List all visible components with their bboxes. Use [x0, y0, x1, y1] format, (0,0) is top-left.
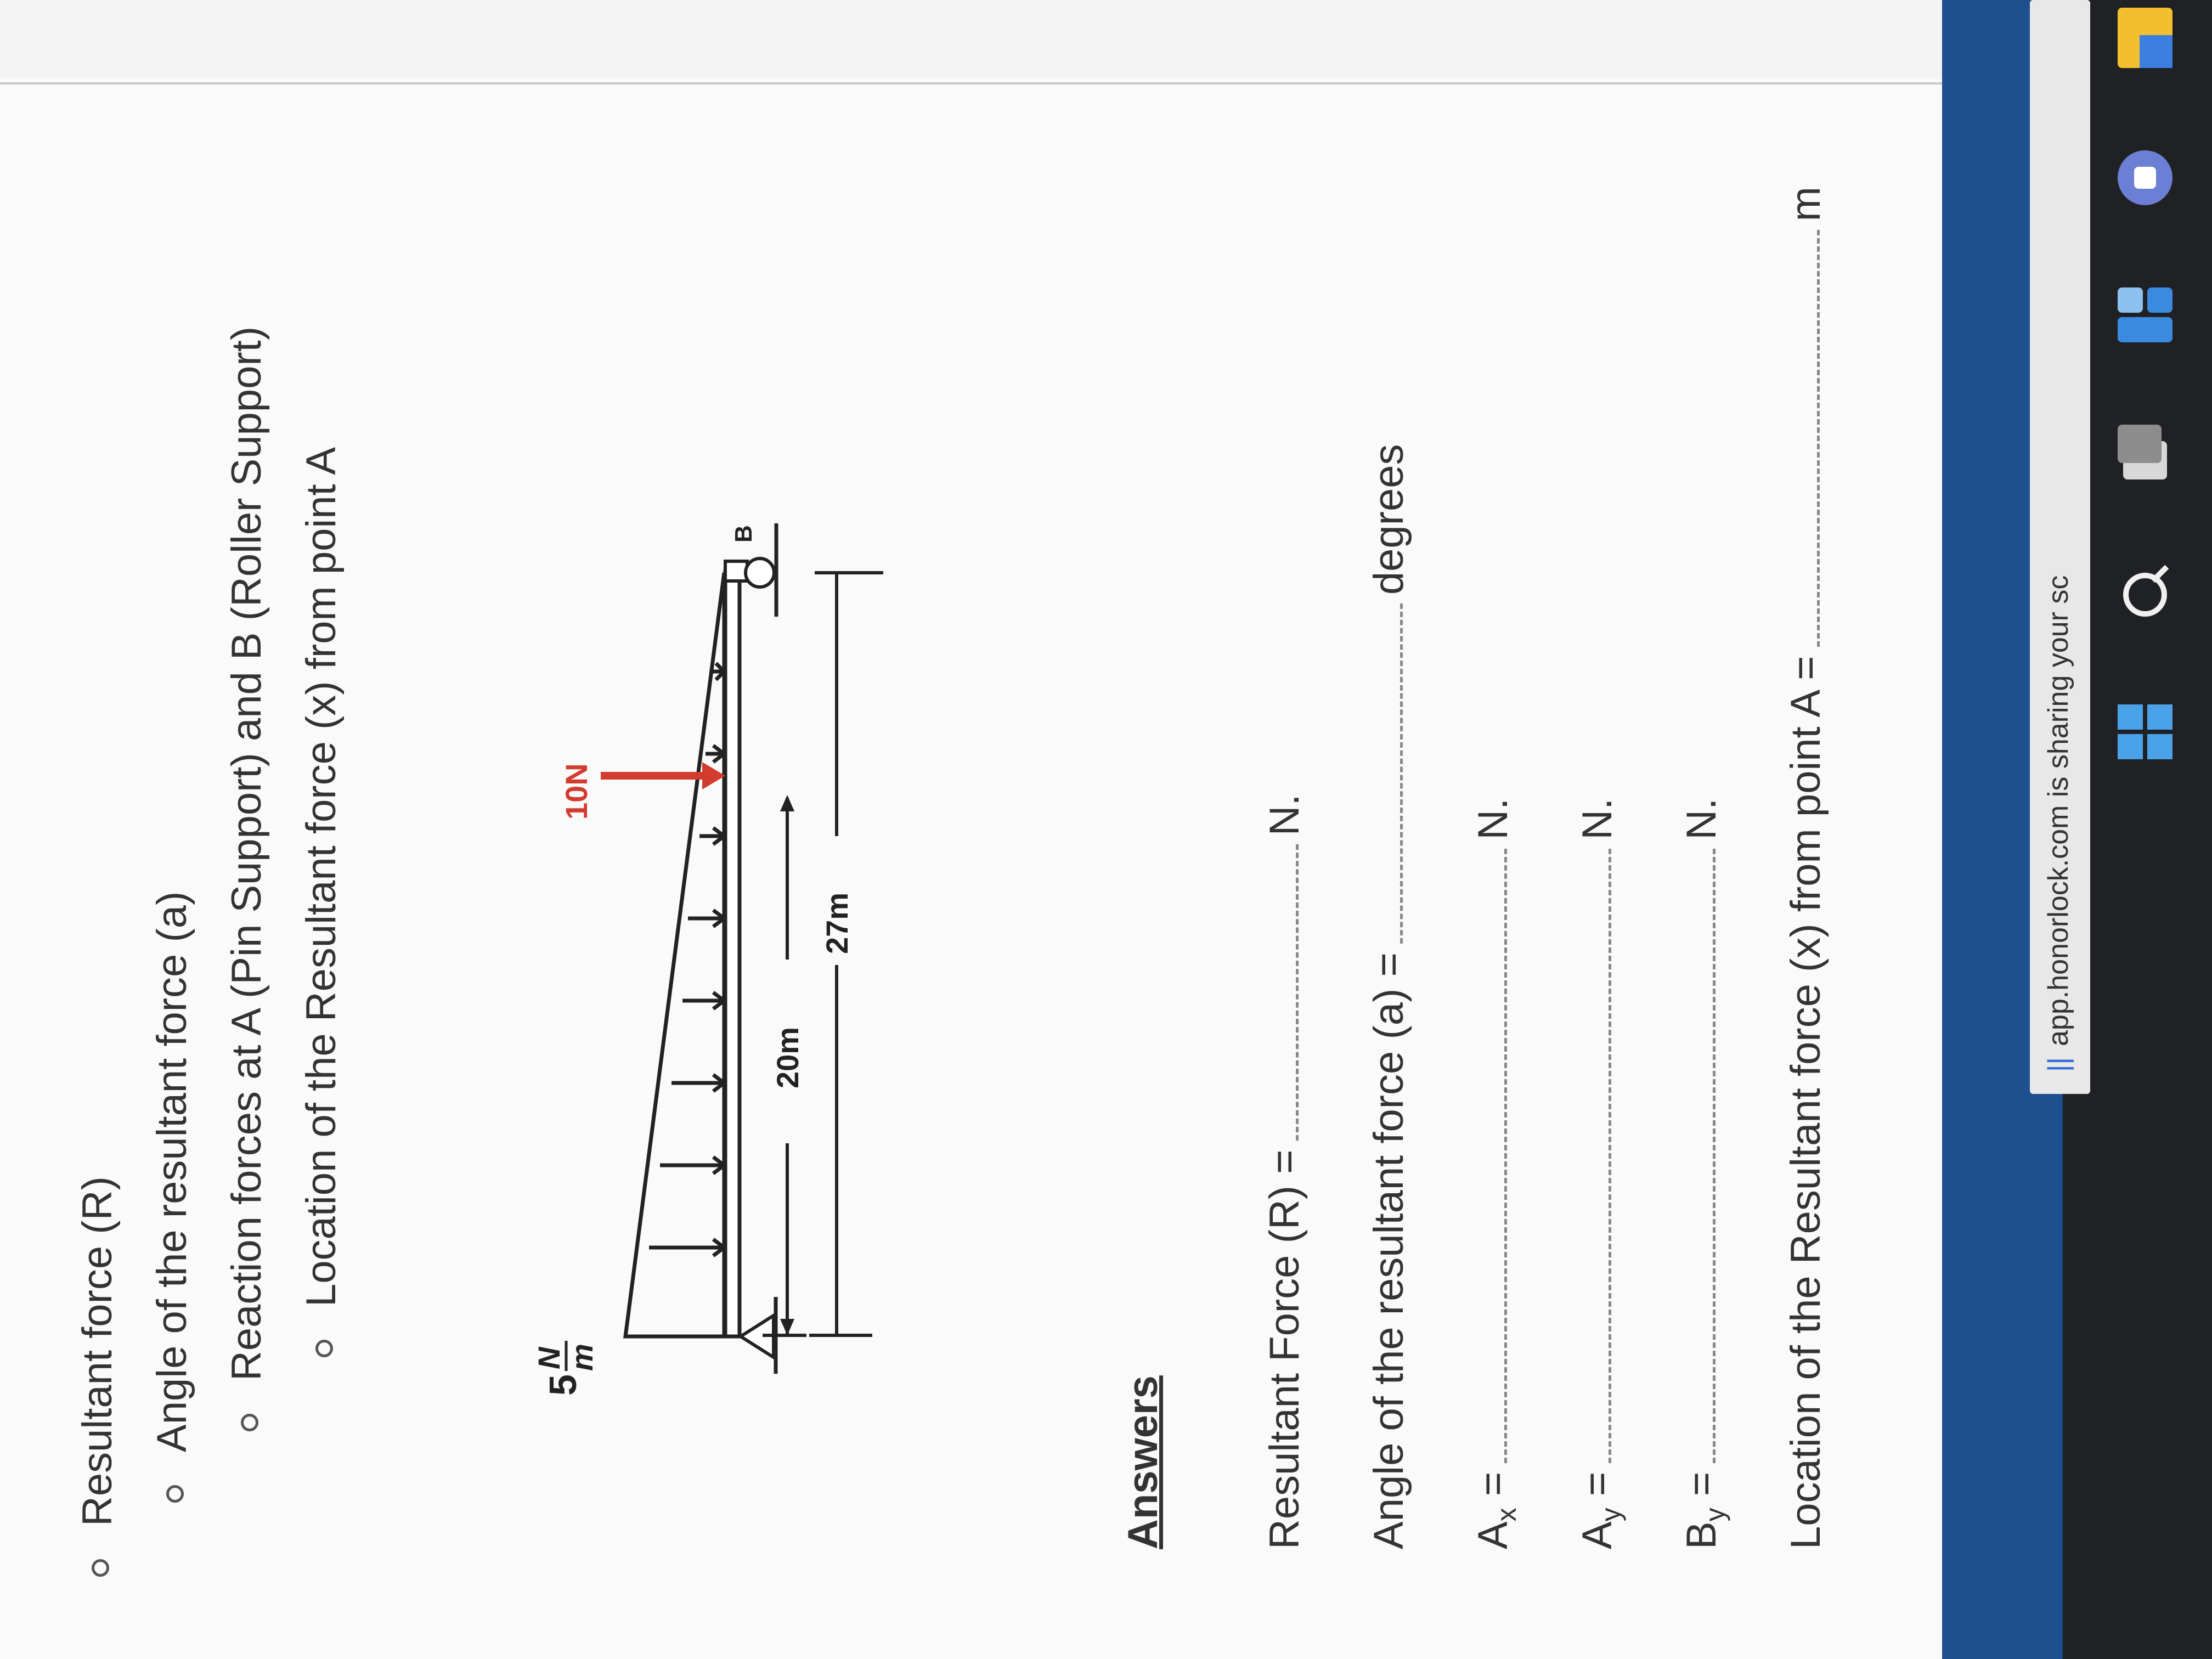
search-icon[interactable] — [2118, 565, 2172, 622]
dim-27-label: 27m — [820, 893, 854, 954]
location-unit: m — [1782, 187, 1829, 222]
widgets-icon[interactable] — [2118, 287, 2172, 342]
bullet-icon — [166, 1485, 184, 1503]
angle-label: Angle of the resultant force (a) = — [1365, 952, 1412, 1549]
objective-text: Reaction forces at A (Pin Support) and B… — [223, 326, 270, 1381]
force-arrowhead — [702, 762, 725, 789]
answers-section: Answers Resultant Force (R) = N. Angle of… — [1119, 187, 1858, 1549]
location-row: Location of the Resultant force (x) from… — [1754, 187, 1858, 1549]
resultant-label: Resultant Force (R) = — [1261, 1149, 1308, 1549]
dim-20-arrowhead-right — [780, 795, 794, 811]
dim-20-arrowhead-left — [780, 1319, 794, 1335]
objective-text: Location of the Resultant force (x) from… — [298, 447, 345, 1307]
location-input[interactable] — [1817, 230, 1820, 647]
windows-start-icon[interactable] — [2118, 704, 2172, 759]
angle-unit: degrees — [1365, 444, 1412, 595]
bullet-icon — [91, 1559, 109, 1577]
roller-support-b — [724, 560, 749, 583]
screen-share-banner[interactable]: ||app.honorlock.com is sharing your sc — [2030, 0, 2090, 1094]
resultant-unit: N. — [1261, 794, 1308, 836]
page-border — [0, 82, 2212, 84]
ay-label: Ay = — [1574, 1471, 1627, 1549]
pause-icon: || — [2042, 1057, 2074, 1072]
by-unit: N. — [1678, 798, 1725, 840]
screen-share-text: ||app.honorlock.com is sharing your sc — [2042, 575, 2074, 1072]
ay-row: Ay = N. — [1545, 187, 1650, 1549]
load-unit-top: N — [532, 1346, 566, 1369]
objective-text: Resultant force (R) — [74, 1176, 121, 1526]
ay-unit: N. — [1574, 798, 1621, 840]
screen: Resultant force (R) Angle of the resulta… — [0, 0, 2212, 1659]
photo-stage: Resultant force (R) Angle of the resulta… — [0, 0, 2212, 1659]
chat-icon[interactable] — [2118, 150, 2172, 205]
distributed-load-triangle — [623, 572, 726, 1339]
bullet-icon — [315, 1340, 333, 1357]
objective-item: Location of the Resultant force (x) from… — [284, 252, 359, 1357]
load-magnitude: 5 — [541, 1374, 584, 1396]
objective-item: Reaction forces at A (Pin Support) and B… — [210, 326, 284, 1431]
by-label: By = — [1678, 1471, 1731, 1549]
angle-row: Angle of the resultant force (a) = degree… — [1337, 187, 1441, 1549]
force-label: 10N — [559, 763, 594, 820]
load-arrows — [649, 662, 727, 1257]
resultant-row: Resultant Force (R) = N. — [1233, 187, 1337, 1549]
ax-label: Ax = — [1470, 1471, 1522, 1549]
objective-text: Angle of the resultant force (a) — [149, 891, 195, 1452]
load-unit-bottom: m — [565, 1344, 599, 1371]
ax-row: Ax = N. — [1441, 187, 1545, 1549]
ax-input[interactable] — [1504, 848, 1507, 1463]
question-page: Resultant force (R) Angle of the resulta… — [0, 79, 2212, 1659]
ay-input[interactable] — [1609, 848, 1611, 1463]
task-view-icon[interactable] — [2118, 425, 2172, 479]
ax-unit: N. — [1470, 798, 1516, 840]
resultant-input[interactable] — [1296, 844, 1299, 1141]
by-input[interactable] — [1713, 848, 1716, 1463]
bullet-icon — [240, 1414, 258, 1431]
beam-diagram: 5 N m A B — [532, 523, 883, 1396]
file-explorer-icon[interactable] — [2118, 8, 2172, 68]
point-b-label: B — [730, 525, 757, 543]
answers-heading: Answers — [1120, 1375, 1166, 1549]
beam — [723, 569, 742, 1339]
by-row: By = N. — [1650, 187, 1754, 1549]
objectives-list: Resultant force (R) Angle of the resulta… — [60, 326, 359, 1577]
objective-item: Angle of the resultant force (a) — [135, 398, 210, 1503]
dim-20-label: 20m — [770, 1027, 805, 1088]
roller-wheel — [744, 557, 776, 589]
angle-input[interactable] — [1400, 603, 1403, 944]
objective-item: Resultant force (R) — [60, 472, 135, 1577]
location-label: Location of the Resultant force (x) from… — [1782, 656, 1829, 1549]
